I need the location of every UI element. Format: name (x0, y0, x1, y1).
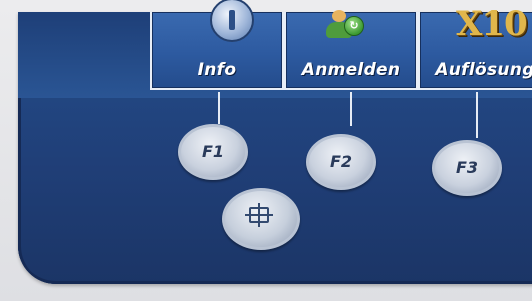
softkey-aufloesung[interactable]: X10 Auflösung (418, 4, 532, 90)
f1-button[interactable]: F1 (178, 124, 248, 180)
login-user-icon: ↻ (326, 10, 366, 40)
leader-line-f2 (350, 92, 352, 126)
info-icon (210, 0, 254, 42)
softkey-anmelden[interactable]: ↻ Anmelden (284, 10, 418, 90)
navigation-cross-icon (245, 203, 273, 227)
softkey-info[interactable]: Info (150, 0, 284, 90)
leader-line-f1 (218, 92, 220, 124)
navigation-button[interactable] (222, 188, 300, 250)
f2-button[interactable]: F2 (306, 134, 376, 190)
softkey-info-label: Info (197, 60, 237, 80)
leader-line-f3 (476, 92, 478, 138)
f3-button[interactable]: F3 (432, 140, 502, 196)
x10-icon: X10 (456, 4, 528, 44)
softkey-anmelden-label: Anmelden (301, 60, 401, 80)
softkey-aufloesung-label: Auflösung (435, 60, 532, 80)
